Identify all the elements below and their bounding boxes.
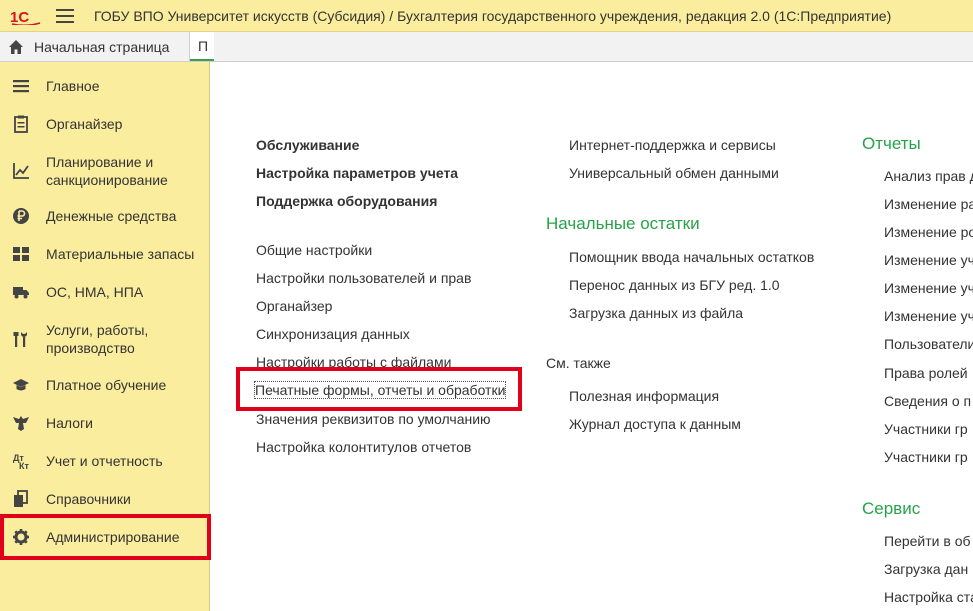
ruble-icon (13, 208, 29, 224)
chart-icon (13, 163, 29, 179)
sidebar-item-taxes[interactable]: Налоги (0, 413, 210, 433)
link-report-2[interactable]: Изменение ра (884, 196, 973, 212)
svg-text:Кт: Кт (19, 461, 29, 470)
link-default-values[interactable]: Значения реквизитов по умолчанию (256, 411, 491, 427)
sidebar-item-references[interactable]: Справочники (0, 489, 210, 509)
1c-logo-icon[interactable]: 1C (10, 7, 42, 25)
link-data-sync[interactable]: Синхронизация данных (256, 326, 410, 342)
link-service-2[interactable]: Загрузка дан (884, 561, 968, 577)
sidebar-item-services[interactable]: Услуги, работы, производство (0, 320, 210, 358)
section-service: Сервис (862, 499, 921, 518)
tab-current[interactable]: П (190, 32, 214, 61)
link-load-from-file[interactable]: Загрузка данных из файла (569, 305, 743, 321)
sidebar-item-label: Платное обучение (46, 377, 167, 393)
sidebar-item-label: Справочники (46, 491, 131, 507)
link-initial-balances-wizard[interactable]: Помощник ввода начальных остатков (569, 249, 814, 265)
sidebar-item-main[interactable]: Главное (0, 76, 210, 96)
sidebar-item-accounting-reports[interactable]: Дт Кт Учет и отчетность (0, 451, 210, 471)
link-accounting-settings[interactable]: Настройка параметров учета (256, 165, 458, 181)
administration-highlight-frame (0, 514, 211, 560)
sidebar-item-paid-education[interactable]: Платное обучение (0, 375, 210, 395)
link-report-3[interactable]: Изменение ро (884, 224, 973, 240)
link-organizer[interactable]: Органайзер (256, 298, 332, 314)
link-report-5[interactable]: Изменение уч (884, 280, 973, 296)
link-report-4[interactable]: Изменение уч (884, 252, 973, 268)
sidebar-item-label: Материальные запасы (46, 246, 195, 262)
link-report-10[interactable]: Участники гр (884, 421, 968, 437)
books-icon (14, 490, 28, 507)
see-also-label: См. также (546, 355, 611, 371)
link-report-8[interactable]: Права ролей (884, 365, 968, 381)
grid-icon (13, 247, 29, 261)
tab-home-label: Начальная страница (34, 38, 170, 55)
link-report-11[interactable]: Участники гр (884, 449, 968, 465)
link-report-1[interactable]: Анализ прав д (884, 168, 973, 184)
link-useful-info[interactable]: Полезная информация (569, 388, 719, 404)
section-reports: Отчеты (862, 134, 921, 153)
menu-icon (13, 80, 29, 93)
tools-icon (13, 332, 27, 347)
svg-text:1C: 1C (10, 9, 29, 25)
eagle-icon (13, 416, 29, 431)
sidebar-item-label: Органайзер (46, 116, 123, 132)
window-title: ГОБУ ВПО Университет искусств (Субсидия)… (94, 7, 892, 24)
sidebar-item-planning[interactable]: Планирование и санкционирование (0, 152, 210, 190)
link-service-3[interactable]: Настройка ста (884, 589, 973, 605)
link-internet-support[interactable]: Интернет-поддержка и сервисы (569, 137, 776, 153)
link-report-7[interactable]: Пользователи (884, 336, 973, 352)
link-report-headers[interactable]: Настройка колонтитулов отчетов (256, 439, 471, 455)
sidebar-item-label: ОС, НМА, НПА (46, 284, 144, 300)
print-forms-highlight-frame (236, 367, 522, 411)
sidebar-item-materials[interactable]: Материальные запасы (0, 244, 210, 264)
tab-home[interactable]: Начальная страница (0, 32, 190, 61)
link-equipment-support[interactable]: Поддержка оборудования (256, 193, 437, 209)
main-menu-icon[interactable] (56, 8, 74, 23)
section-initial-balances: Начальные остатки (546, 214, 700, 233)
link-service-1[interactable]: Перейти в об (884, 533, 971, 549)
sidebar-item-money[interactable]: Денежные средства (0, 206, 210, 226)
link-report-9[interactable]: Сведения о п (884, 393, 971, 409)
link-universal-exchange[interactable]: Универсальный обмен данными (569, 165, 779, 181)
link-maintenance[interactable]: Обслуживание (256, 137, 359, 153)
sidebar-item-fixed-assets[interactable]: ОС, НМА, НПА (0, 282, 210, 302)
link-general-settings[interactable]: Общие настройки (256, 242, 372, 258)
graduation-cap-icon (13, 379, 29, 391)
title-bar: 1C ГОБУ ВПО Университет искусств (Субсид… (0, 0, 973, 32)
sidebar-item-label: Главное (46, 78, 100, 94)
link-transfer-from-bgu[interactable]: Перенос данных из БГУ ред. 1.0 (569, 277, 780, 293)
sidebar-item-label: Учет и отчетность (46, 453, 163, 469)
sidebar-item-label: Налоги (46, 415, 93, 431)
sidebar-item-label: Денежные средства (46, 208, 177, 224)
home-icon (9, 39, 23, 54)
sidebar-item-label: Планирование и санкционирование (46, 154, 168, 188)
tabs-bar: Начальная страница П (0, 32, 973, 62)
link-users-rights-settings[interactable]: Настройки пользователей и прав (256, 270, 471, 286)
link-access-log[interactable]: Журнал доступа к данным (569, 416, 741, 432)
link-report-6[interactable]: Изменение уч (884, 308, 973, 324)
report-icon: ДтКт (13, 453, 29, 470)
administration-section-page: Обслуживание Настройка параметров учета … (214, 62, 973, 611)
truck-icon (13, 287, 29, 299)
notepad-icon (14, 115, 28, 133)
sidebar-item-organizer[interactable]: Органайзер (0, 114, 210, 134)
sidebar-item-label: Услуги, работы, производство (46, 322, 149, 356)
